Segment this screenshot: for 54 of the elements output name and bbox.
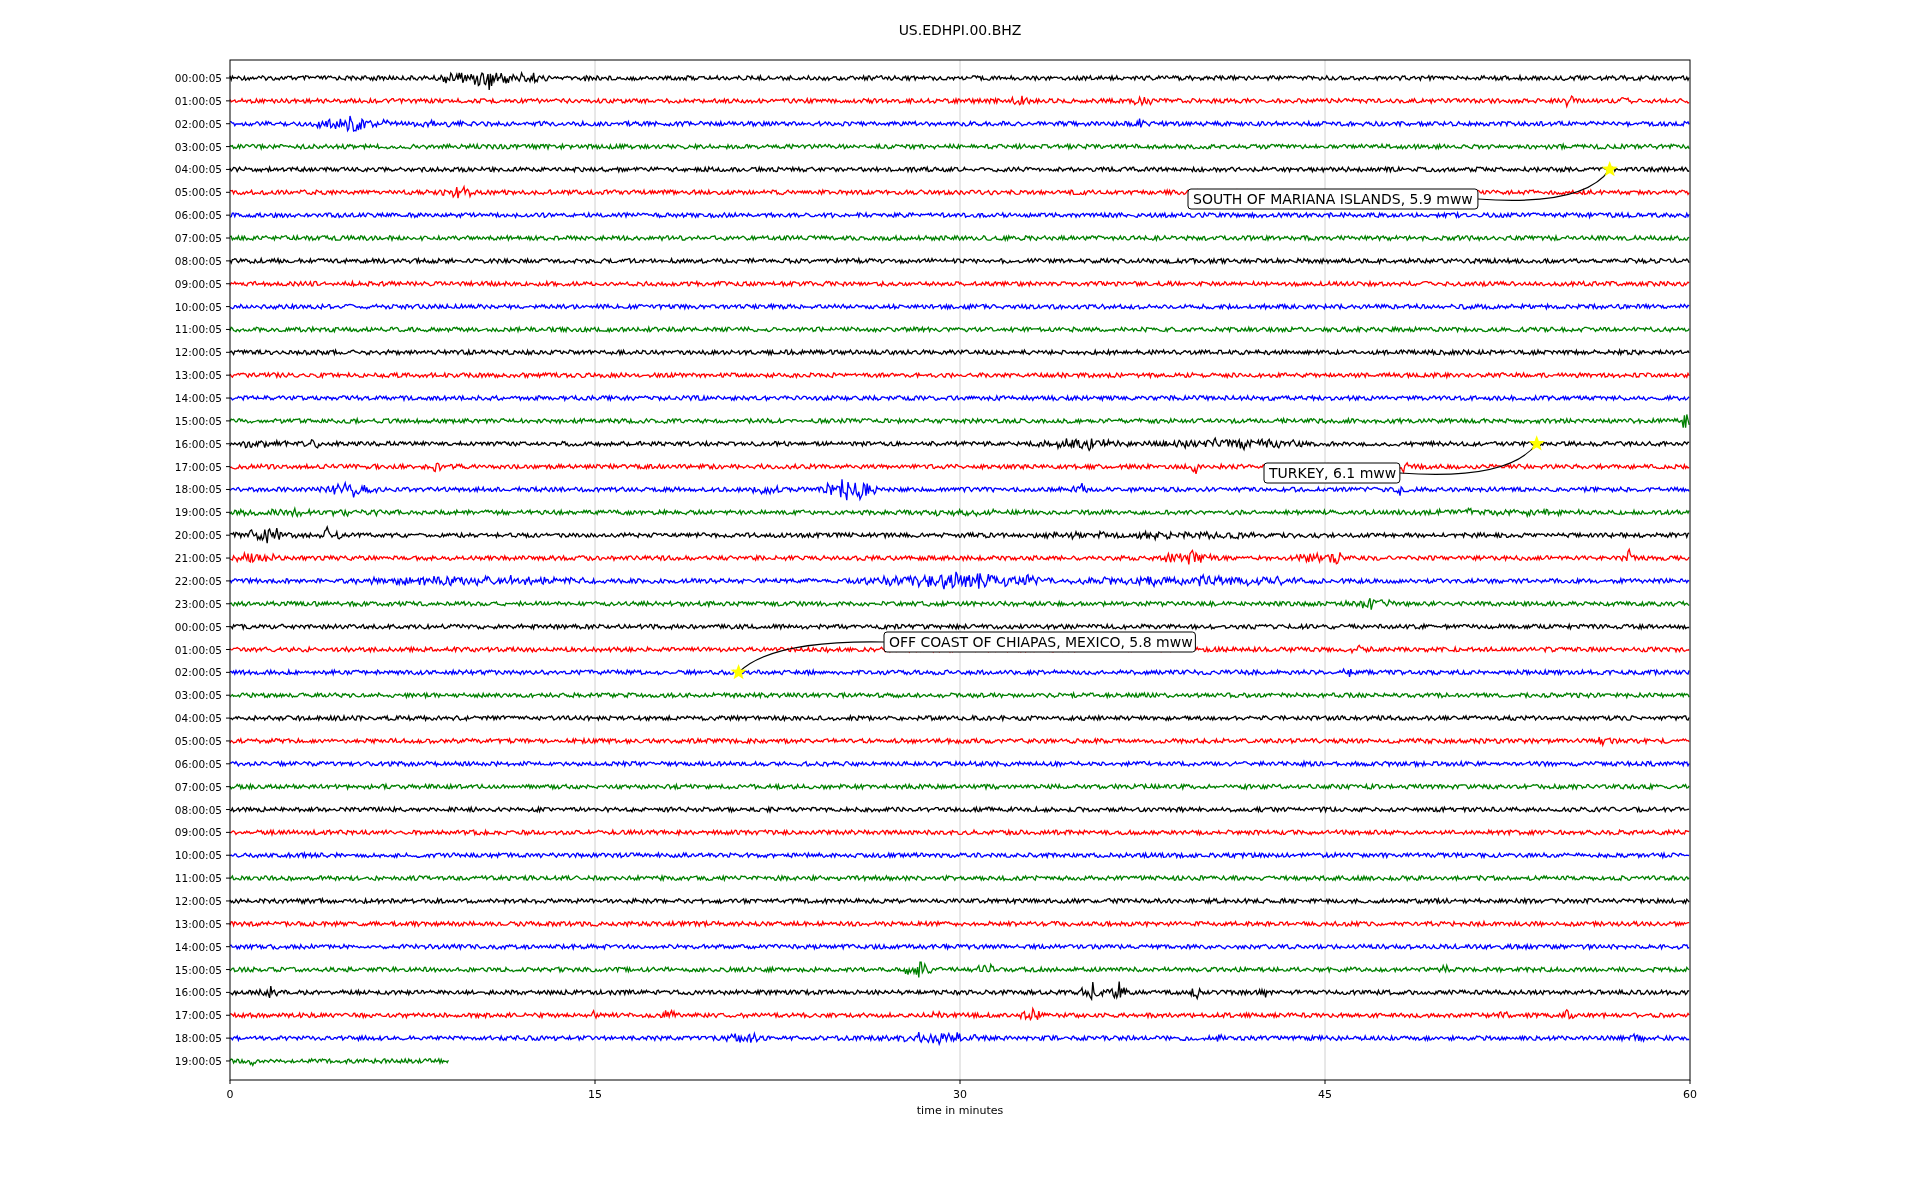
event-label: OFF COAST OF CHIAPAS, MEXICO, 5.8 mww [883, 631, 1196, 653]
time-label: 06:00:05 [174, 209, 222, 222]
time-label: 18:00:05 [174, 483, 222, 496]
time-label: 10:00:05 [174, 849, 222, 862]
time-label: 03:00:05 [174, 140, 222, 153]
time-label: 12:00:05 [174, 894, 222, 907]
time-label: 20:00:05 [174, 529, 222, 542]
time-label: 11:00:05 [174, 323, 222, 336]
time-label: 04:00:05 [174, 163, 222, 176]
time-label: 03:00:05 [174, 689, 222, 702]
time-label: 15:00:05 [174, 963, 222, 976]
time-label: 13:00:05 [174, 369, 222, 382]
x-tick-label: 15 [588, 1088, 602, 1101]
time-label: 00:00:05 [174, 72, 222, 84]
time-label: 08:00:05 [174, 254, 222, 267]
time-label: 14:00:05 [174, 392, 222, 405]
time-label: 16:00:05 [174, 986, 222, 999]
time-label: 05:00:05 [174, 734, 222, 747]
time-label: 02:00:05 [174, 666, 222, 679]
time-label: 22:00:05 [174, 574, 222, 587]
time-label: 12:00:05 [174, 346, 222, 359]
time-label: 19:00:05 [174, 506, 222, 519]
x-tick-label: 60 [1683, 1088, 1697, 1101]
time-label: 23:00:05 [174, 597, 222, 610]
plot-title: US.EDHPI.00.BHZ [898, 22, 1022, 38]
time-label: 00:00:05 [174, 620, 222, 633]
time-label: 18:00:05 [174, 1032, 222, 1045]
time-label: 04:00:05 [174, 712, 222, 725]
time-label: 05:00:05 [174, 186, 222, 199]
time-label: 17:00:05 [174, 1009, 222, 1022]
time-label: 15:00:05 [174, 414, 222, 427]
event-label: TURKEY, 6.1 mww [1263, 462, 1401, 484]
time-label: 07:00:05 [174, 232, 222, 244]
time-label: 07:00:05 [174, 780, 222, 793]
x-tick-label: 30 [953, 1088, 967, 1101]
event-label: SOUTH OF MARIANA ISLANDS, 5.9 mww [1187, 188, 1479, 210]
time-label: 10:00:05 [174, 300, 222, 313]
time-label: 09:00:05 [174, 826, 222, 839]
time-label: 16:00:05 [174, 437, 222, 450]
time-label: 11:00:05 [174, 872, 222, 885]
time-label: 01:00:05 [174, 94, 222, 107]
time-label: 13:00:05 [174, 917, 222, 930]
time-label: 17:00:05 [174, 460, 222, 473]
time-label: 14:00:05 [174, 940, 222, 953]
time-label: 06:00:05 [174, 757, 222, 770]
time-label: 21:00:05 [174, 552, 222, 565]
time-label: 01:00:05 [174, 643, 222, 656]
time-label: 02:00:05 [174, 117, 222, 130]
time-label: 08:00:05 [174, 803, 222, 816]
x-tick-label: 0 [226, 1088, 234, 1101]
x-axis-label: time in minutes [916, 1104, 1004, 1117]
time-label: 09:00:05 [174, 277, 222, 290]
time-label: 19:00:05 [174, 1055, 222, 1067]
x-tick-label: 45 [1318, 1088, 1332, 1101]
